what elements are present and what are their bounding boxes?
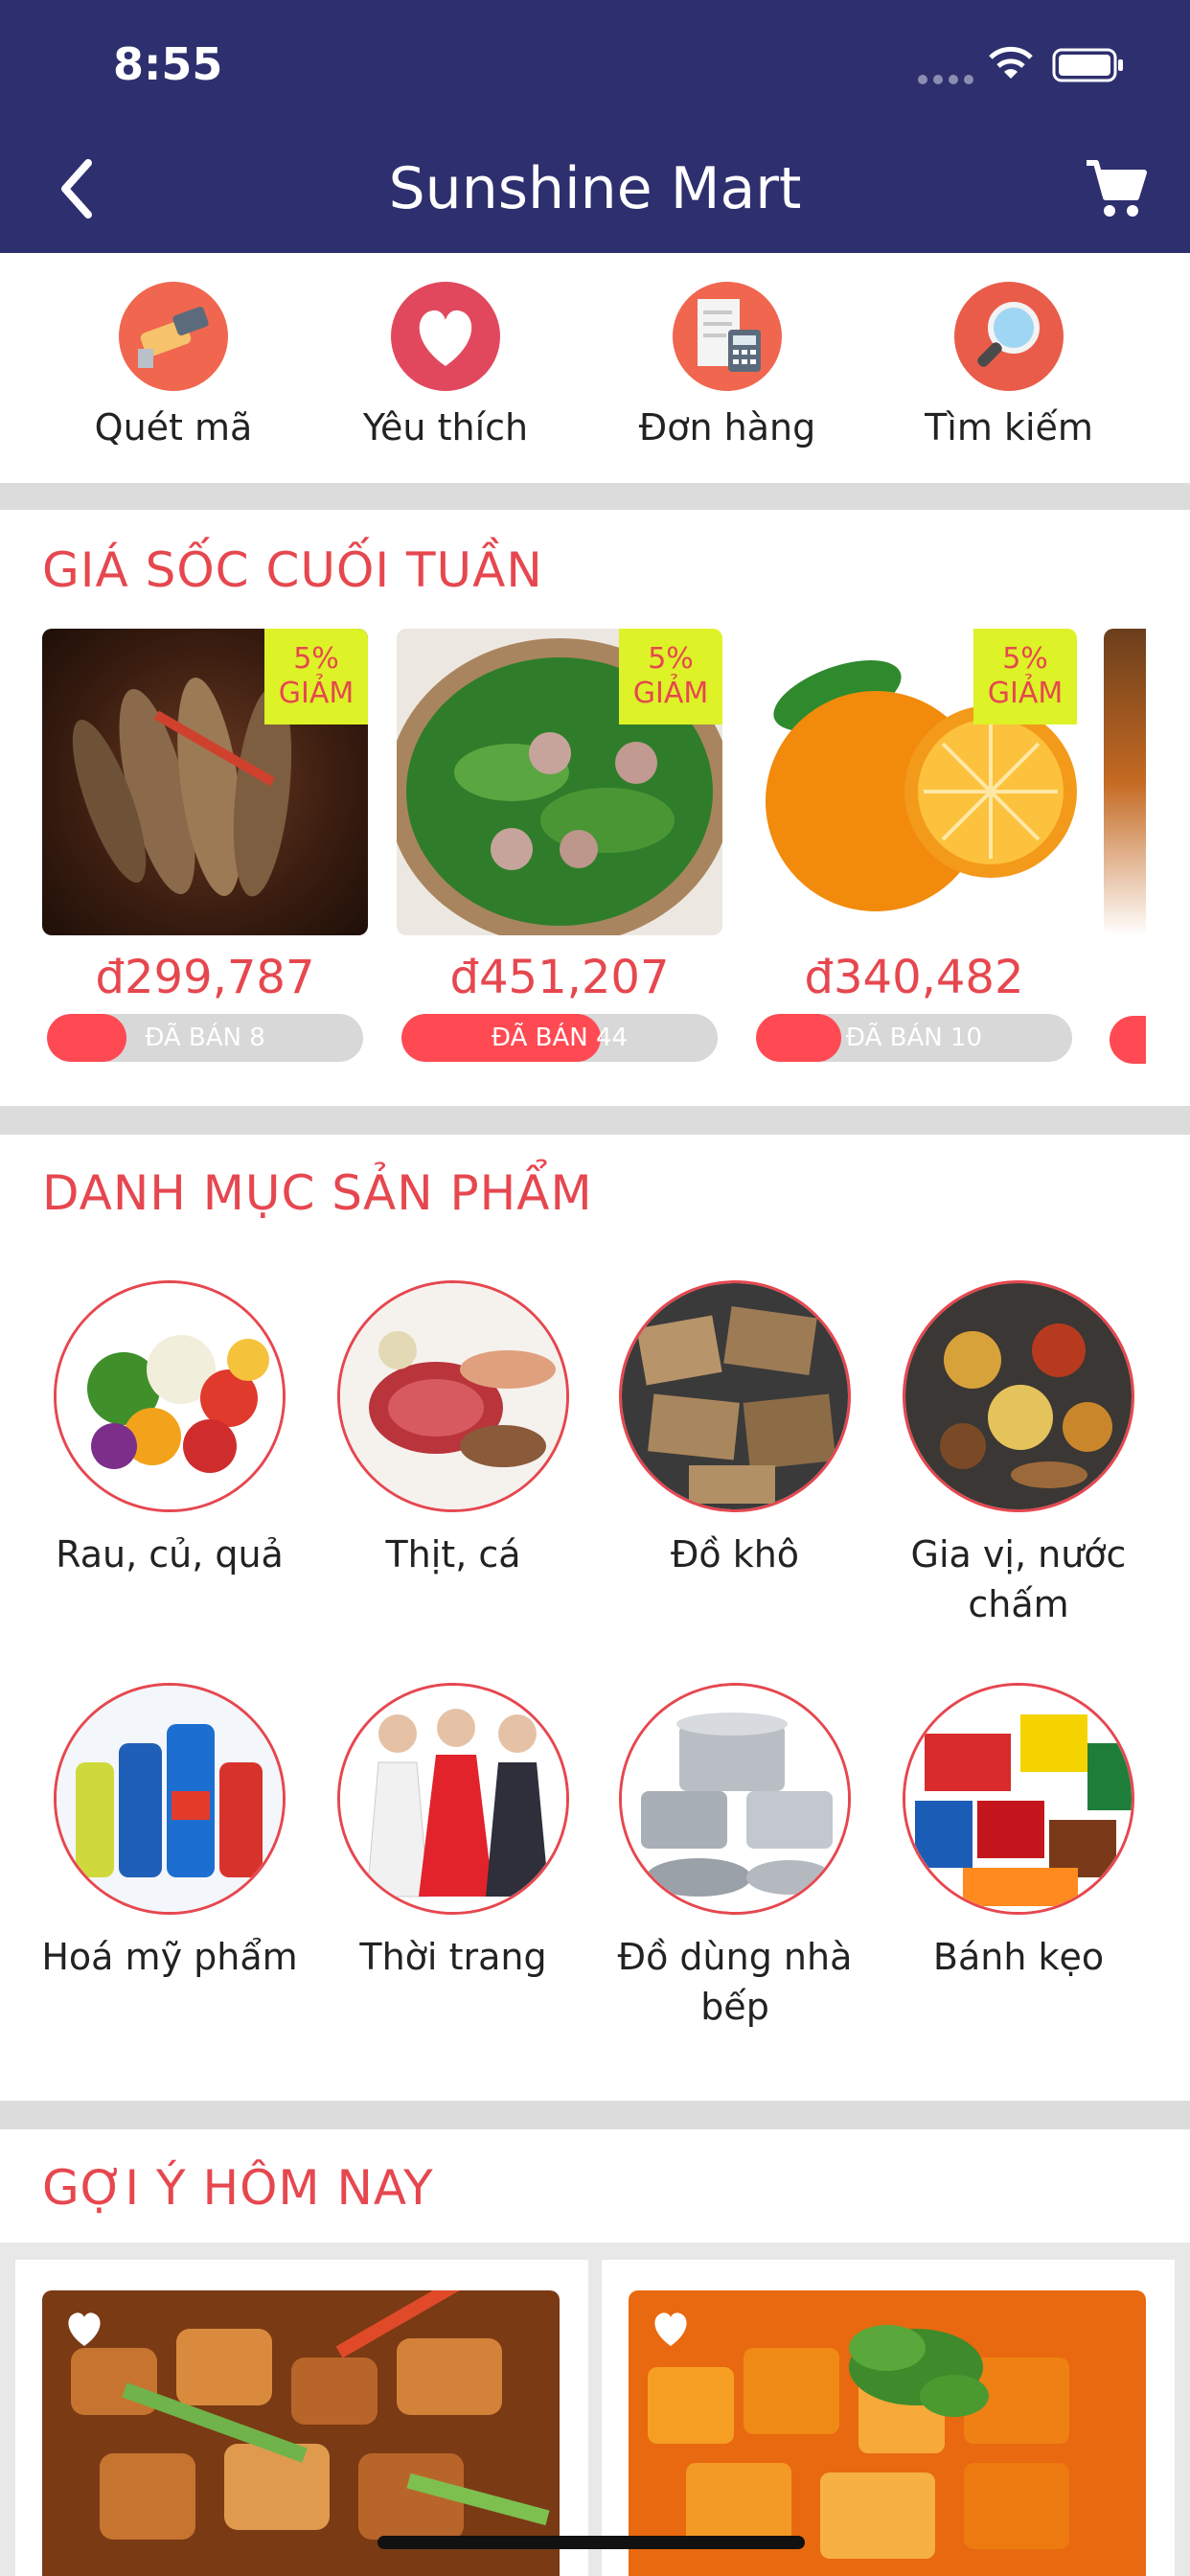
product-image-pumpkin-dish [629,2290,1146,2576]
category-confectionery[interactable]: Bánh kẹo [880,1683,1157,1982]
quick-action-label: Yêu thích [362,406,529,448]
quick-action-search[interactable]: Tìm kiếm [899,282,1119,448]
sold-count: ĐÃ BÁN 10 [845,1024,983,1052]
cart-button[interactable] [1085,159,1148,218]
category-image [619,1280,851,1512]
quick-action-scan[interactable]: Quét mã [63,282,284,448]
category-meat-fish[interactable]: Thịt, cá [314,1280,592,1579]
product-price: đ340,482 [804,951,1024,1004]
category-vegetables[interactable]: Rau, củ, quả [31,1280,309,1579]
suggestions-title: GỢI Ý HÔM NAY [42,2160,434,2216]
status-time: 8:55 [113,38,223,90]
suggestion-card[interactable] [602,2260,1175,2576]
category-label: Đồ dùng nhà bếp [617,1936,853,2028]
sold-progress-bar: ĐÃ BÁN 10 [756,1014,1072,1062]
category-image [903,1280,1134,1512]
discount-badge: 5% GIẢM [619,629,722,724]
category-label: Thịt, cá [385,1533,521,1576]
home-indicator[interactable] [378,2536,805,2549]
category-image [903,1683,1134,1915]
receipt-calculator-icon [673,282,782,391]
magnifier-icon [954,282,1064,391]
sold-progress-bar: ĐÃ BÁN 44 [401,1014,718,1062]
discount-badge: 5% GIẢM [973,629,1077,724]
category-image [337,1683,569,1915]
product-image-orange: 5% GIẢM [751,629,1077,935]
sold-count: ĐÃ BÁN 44 [491,1024,629,1052]
discount-badge: 5% GIẢM [264,629,368,724]
favorite-heart-icon[interactable] [61,2308,107,2350]
section-divider [0,2101,1190,2129]
sold-count: ĐÃ BÁN 8 [145,1024,265,1052]
quick-action-orders[interactable]: Đơn hàng [617,282,837,448]
category-label: Bánh kẹo [932,1936,1105,1978]
category-household-chemicals[interactable]: Hoá mỹ phẩm [31,1683,309,1982]
flash-sale-item[interactable]: 5% GIẢM đ340,482 ĐÃ BÁN 10 [751,629,1077,1062]
category-dry-goods[interactable]: Đồ khô [596,1280,874,1579]
quick-action-label: Tìm kiếm [925,406,1093,448]
category-image [54,1683,286,1915]
quick-action-label: Quét mã [94,406,253,448]
wifi-icon [989,46,1033,79]
product-price: đ451,207 [449,951,670,1004]
category-label: Gia vị, nước chấm [910,1533,1127,1625]
sold-progress-bar: ĐÃ BÁN 8 [47,1014,363,1062]
product-image-braised-pork [42,2290,560,2576]
barcode-scan-icon [119,282,228,391]
quick-action-favorites[interactable]: Yêu thích [335,282,556,448]
section-divider [0,483,1190,510]
category-image [54,1280,286,1512]
category-label: Đồ khô [670,1533,800,1576]
heart-icon [391,282,500,391]
product-price: đ299,787 [95,951,315,1004]
category-image [619,1683,851,1915]
category-label: Rau, củ, quả [56,1533,284,1576]
quick-actions: Quét mã Yêu thích Đơn hàng Tìm kiếm [0,253,1190,483]
category-label: Hoá mỹ phẩm [41,1936,298,1978]
category-label: Thời trang [359,1936,547,1978]
flash-sale-title: GIÁ SỐC CUỐI TUẦN [42,542,543,598]
app-header: 8:55 Sunshine Mart [0,0,1190,253]
page-title: Sunshine Mart [388,155,802,222]
sold-progress-fill [1110,1016,1146,1064]
flash-sale-item-peek[interactable] [1104,629,1146,935]
signal-icon [918,75,973,84]
categories-title: DANH MỤC SẢN PHẨM [42,1165,593,1221]
section-divider [0,1106,1190,1135]
category-image [337,1280,569,1512]
suggestion-card[interactable] [15,2260,588,2576]
favorite-heart-icon[interactable] [648,2308,694,2350]
battery-icon [1052,48,1123,82]
category-fashion[interactable]: Thời trang [314,1683,592,1982]
quick-action-label: Đơn hàng [638,406,816,448]
product-image-vegetable-soup: 5% GIẢM [397,629,722,935]
category-kitchenware[interactable]: Đồ dùng nhà bếp [596,1683,874,2032]
category-spices-sauces[interactable]: Gia vị, nước chấm [880,1280,1157,1629]
product-image-braised-fish: 5% GIẢM [42,629,368,935]
flash-sale-item[interactable]: 5% GIẢM đ299,787 ĐÃ BÁN 8 [42,629,368,1062]
flash-sale-item[interactable]: 5% GIẢM đ451,207 ĐÃ BÁN 44 [397,629,722,1062]
